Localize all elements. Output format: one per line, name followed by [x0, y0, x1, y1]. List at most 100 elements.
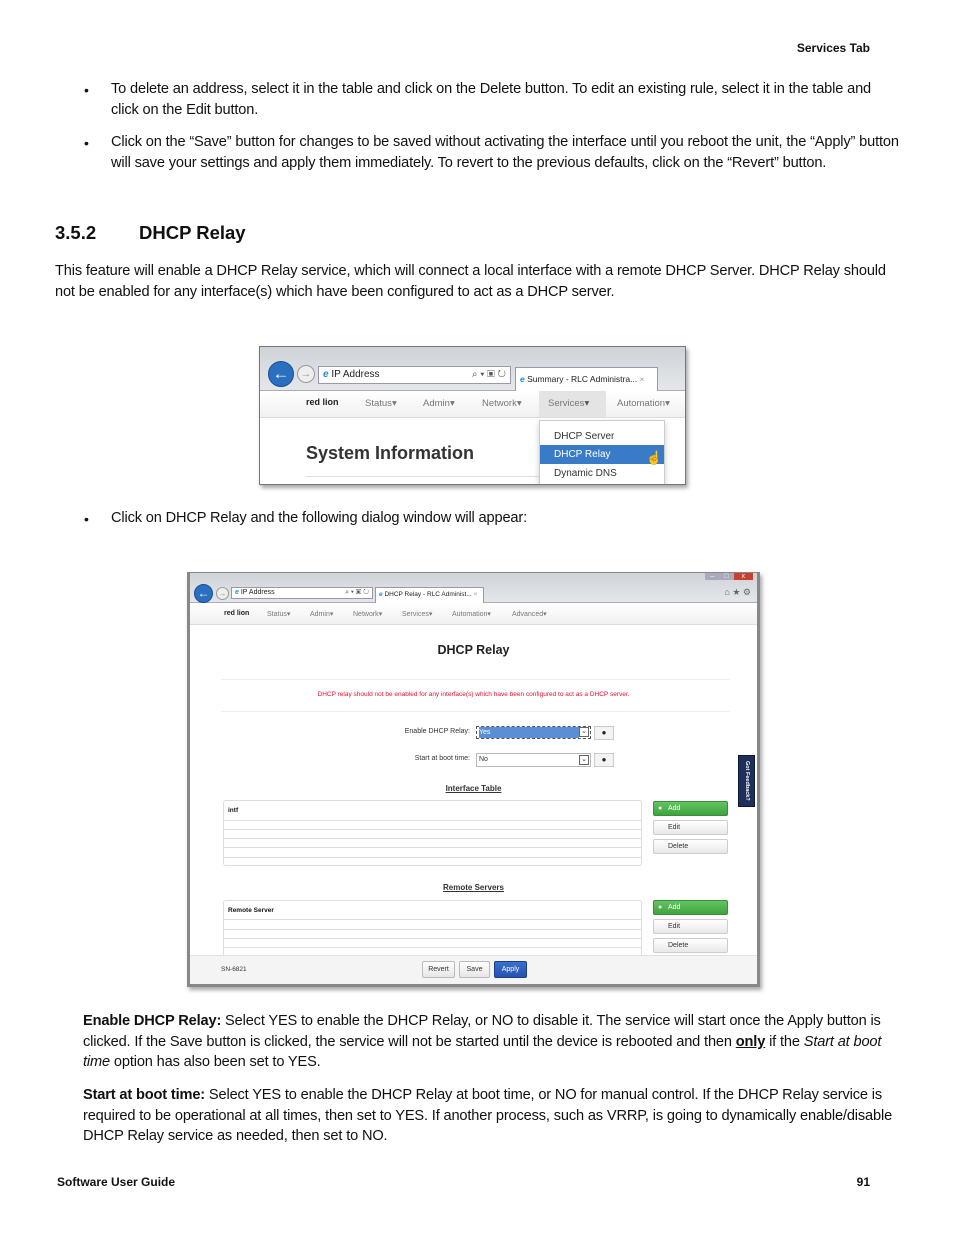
column-header-remote-server: Remote Server [228, 907, 274, 914]
boot-time-select[interactable]: No ⌄ [476, 753, 591, 767]
plus-circle-icon: ● [658, 904, 663, 911]
enable-relay-value: Yes [479, 727, 579, 738]
table-row[interactable] [224, 820, 641, 821]
interface-table[interactable]: intf [223, 800, 642, 866]
remote-edit-button[interactable]: Edit [653, 919, 728, 934]
window-controls[interactable]: – □ x [705, 573, 753, 580]
address-text: IP Address [240, 589, 275, 596]
forward-arrow-icon[interactable]: → [216, 587, 229, 600]
term-start-at-boot: Start at boot time: [83, 1087, 206, 1103]
browser-tab[interactable]: e DHCP Relay - RLC Administ... × [375, 587, 484, 603]
column-header-intf: intf [228, 807, 239, 814]
ie-icon: e [379, 591, 383, 598]
enable-relay-label: Enable DHCP Relay: [404, 728, 470, 735]
screenshot-dhcp-relay-dialog: – □ x ← → e IP Address ⌕ ▾ ▣ ↻ e DHCP Relay… [187, 572, 760, 987]
table-row[interactable] [224, 938, 641, 939]
back-arrow-icon[interactable]: ← [268, 361, 294, 387]
got-feedback-tab[interactable]: Got Feedback? [738, 755, 755, 807]
table-row[interactable] [224, 929, 641, 930]
section-title: DHCP Relay [139, 222, 246, 243]
search-refresh-icons: ⌕ ▾ ▣ ↻ [345, 589, 369, 596]
address-text: IP Address [331, 369, 380, 380]
address-bar[interactable]: e IP Address ⌕ ▾ ▣ ↻ [318, 366, 511, 384]
boot-time-description: Start at boot time: Select YES to enable… [83, 1087, 893, 1145]
remote-servers-table[interactable]: Remote Server [223, 900, 642, 960]
nav-admin[interactable]: Admin▾ [310, 610, 333, 618]
dialog-footer: SN-6821 Revert Save Apply [190, 955, 757, 984]
home-star-gear-icons[interactable]: ⌂ ★ ⚙ [724, 587, 751, 598]
interface-table-title: Interface Table [445, 784, 502, 793]
nav-services[interactable]: Services▾ [402, 610, 432, 618]
chevron-down-icon: ⌄ [579, 755, 589, 765]
help-icon[interactable]: ● [594, 753, 614, 767]
page-number: 91 [856, 1175, 870, 1189]
interface-delete-button[interactable]: Delete [653, 839, 728, 854]
section-heading: 3.5.2 DHCP Relay [55, 222, 246, 244]
nav-advanced[interactable]: Advanced▾ [512, 610, 547, 618]
nav-bar: red lion Status▾ Admin▾ Network▾ Service… [190, 603, 757, 625]
menu-dhcp-server[interactable]: DHCP Server [540, 427, 664, 446]
nav-status[interactable]: Status▾ [365, 398, 397, 409]
redlion-logo: red lion [224, 610, 250, 617]
remote-delete-button[interactable]: Delete [653, 938, 728, 953]
bullet-icon: • [84, 135, 89, 151]
table-row[interactable] [224, 829, 641, 830]
services-dropdown: DHCP Server DHCP Relay Dynamic DNS ☝ [539, 420, 665, 484]
interface-edit-button[interactable]: Edit [653, 820, 728, 835]
remote-add-button[interactable]: ● Add [653, 900, 728, 915]
browser-toolbar: ← → e IP Address ⌕ ▾ ▣ ↻ e Summary - RLC … [260, 347, 685, 391]
revert-button[interactable]: Revert [422, 961, 455, 978]
table-row[interactable] [224, 919, 641, 920]
redlion-logo: red lion [306, 397, 339, 407]
page-heading: System Information [306, 443, 475, 463]
table-row[interactable] [224, 947, 641, 948]
divider [306, 476, 546, 477]
table-row[interactable] [224, 847, 641, 848]
remote-servers-title: Remote Servers [443, 883, 504, 892]
running-header: Services Tab [796, 41, 870, 55]
save-button[interactable]: Save [459, 961, 490, 978]
nav-status[interactable]: Status▾ [267, 610, 290, 618]
screenshot-services-menu: ← → e IP Address ⌕ ▾ ▣ ↻ e Summary - RLC … [259, 346, 686, 485]
interface-add-button[interactable]: ● Add [653, 801, 728, 816]
dialog-title: DHCP Relay [437, 643, 510, 657]
forward-arrow-icon[interactable]: → [297, 365, 315, 383]
enable-relay-description: Enable DHCP Relay: Select YES to enable … [83, 1013, 882, 1071]
browser-toolbar: – □ x ← → e IP Address ⌕ ▾ ▣ ↻ e DHCP Relay… [190, 573, 757, 603]
address-bar[interactable]: e IP Address ⌕ ▾ ▣ ↻ [231, 587, 373, 599]
nav-network[interactable]: Network▾ [482, 398, 522, 409]
close-tab-icon[interactable]: × [640, 374, 645, 384]
nav-bar: red lion Status▾ Admin▾ Network▾ Service… [260, 391, 685, 418]
chevron-down-icon: ⌄ [579, 727, 589, 737]
table-row[interactable] [224, 838, 641, 839]
nav-services[interactable]: Services▾ [539, 391, 606, 417]
table-row[interactable] [224, 857, 641, 858]
hand-cursor-icon: ☝ [646, 450, 663, 465]
ie-icon: e [323, 369, 329, 380]
serial-number: SN-6821 [221, 966, 247, 973]
apply-button[interactable]: Apply [494, 961, 527, 978]
plus-circle-icon: ● [658, 805, 663, 812]
close-tab-icon[interactable]: × [474, 591, 478, 598]
ie-icon: e [520, 374, 525, 384]
footer-title: Software User Guide [57, 1175, 176, 1189]
browser-tab[interactable]: e Summary - RLC Administra... × [515, 367, 658, 391]
ie-icon: e [235, 589, 239, 596]
search-refresh-icons: ⌕ ▾ ▣ ↻ [471, 369, 506, 380]
bullet-icon: • [84, 82, 89, 98]
bullet-delete-edit: To delete an address, select it in the t… [111, 81, 872, 118]
nav-admin[interactable]: Admin▾ [423, 398, 455, 409]
nav-automation[interactable]: Automation▾ [452, 610, 491, 618]
nav-network[interactable]: Network▾ [353, 610, 382, 618]
enable-relay-select[interactable]: Yes ⌄ [476, 726, 591, 739]
back-arrow-icon[interactable]: ← [194, 584, 213, 603]
section-number: 3.5.2 [55, 222, 97, 243]
boot-time-label: Start at boot time: [414, 755, 470, 762]
tab-title: DHCP Relay - RLC Administ... [384, 591, 472, 598]
bullet-icon: • [84, 511, 89, 527]
section-intro: This feature will enable a DHCP Relay se… [55, 263, 886, 300]
nav-automation[interactable]: Automation▾ [617, 398, 670, 409]
menu-dynamic-dns[interactable]: Dynamic DNS [540, 464, 664, 483]
help-icon[interactable]: ● [594, 726, 614, 740]
divider [221, 679, 730, 680]
